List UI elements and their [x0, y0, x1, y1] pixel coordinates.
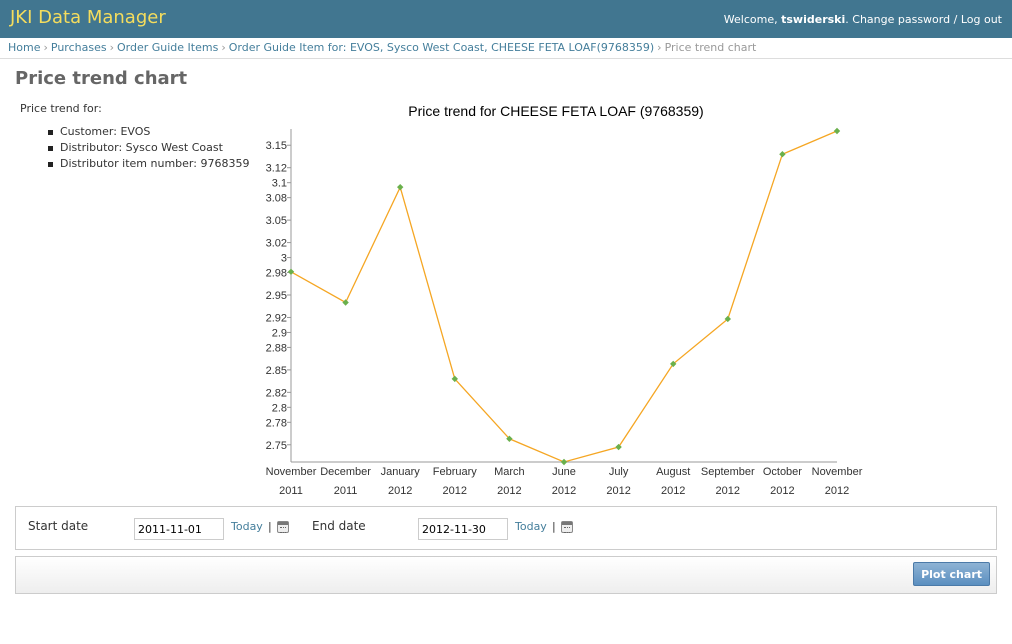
y-tick-label: 3.05	[266, 215, 287, 227]
y-tick-label: 3.02	[266, 238, 287, 250]
start-today-link[interactable]: Today	[231, 520, 263, 533]
x-tick-label-year: 2012	[770, 485, 794, 497]
end-today-link[interactable]: Today	[515, 520, 547, 533]
data-point	[397, 183, 404, 191]
end-date-input[interactable]	[418, 518, 508, 540]
end-date-label: End date	[312, 519, 366, 533]
price-trend-chart: Price trend for CHEESE FETA LOAF (976835…	[266, 103, 863, 497]
x-tick-label-year: 2012	[606, 485, 630, 497]
y-tick-label: 2.98	[266, 268, 287, 280]
x-tick-label-year: 2011	[279, 485, 303, 497]
y-tick-label: 2.8	[272, 402, 287, 414]
chart-title: Price trend for CHEESE FETA LOAF (976835…	[408, 103, 703, 119]
data-point	[342, 299, 349, 306]
x-tick-label-month: January	[381, 466, 421, 478]
y-tick-label: 3.12	[266, 163, 287, 175]
y-tick-label: 3.15	[266, 140, 287, 152]
series-line	[290, 130, 838, 463]
x-tick-label-year: 2012	[552, 485, 576, 497]
x-tick-label-year: 2012	[388, 485, 412, 497]
x-tick-label-month: November	[266, 466, 317, 478]
y-tick-label: 2.75	[266, 440, 287, 452]
calendar-icon[interactable]	[277, 521, 289, 533]
submit-row: Plot chart	[15, 556, 997, 594]
x-tick-label-year: 2012	[661, 485, 685, 497]
start-date-input[interactable]	[134, 518, 224, 540]
x-tick-label-month: June	[552, 466, 576, 478]
y-tick-label: 2.92	[266, 312, 287, 324]
x-tick-label-year: 2012	[716, 485, 740, 497]
x-tick-label-month: October	[763, 466, 802, 478]
start-today-separator: |	[268, 520, 272, 533]
y-tick-label: 2.88	[266, 342, 287, 354]
data-point	[287, 268, 295, 275]
y-tick-label: 3.1	[272, 178, 287, 190]
x-tick-label-month: December	[320, 466, 371, 478]
plot-chart-button[interactable]: Plot chart	[913, 562, 990, 586]
y-tick-label: 2.82	[266, 387, 287, 399]
data-point	[560, 458, 568, 466]
x-tick-label-year: 2012	[825, 485, 849, 497]
data-point	[833, 127, 841, 135]
x-tick-label-month: July	[609, 466, 629, 478]
x-tick-label-month: March	[494, 466, 525, 478]
start-date-label: Start date	[28, 519, 89, 533]
y-tick-label: 2.78	[266, 417, 287, 429]
end-today-separator: |	[552, 520, 556, 533]
y-tick-label: 2.85	[266, 365, 287, 377]
y-tick-label: 3	[281, 253, 287, 265]
y-tick-label: 2.95	[266, 290, 287, 302]
x-tick-label-month: September	[701, 466, 755, 478]
x-tick-label-year: 2011	[334, 485, 358, 497]
y-tick-label: 3.08	[266, 193, 287, 205]
x-tick-label-month: August	[656, 466, 690, 478]
data-point	[779, 151, 786, 158]
x-tick-label-month: February	[433, 466, 478, 478]
x-tick-label-year: 2012	[443, 485, 467, 497]
x-tick-label-year: 2012	[497, 485, 521, 497]
y-tick-label: 2.9	[272, 327, 287, 339]
date-range-panel: Start date Today | End date Today |	[15, 506, 997, 550]
x-tick-label-month: November	[812, 466, 863, 478]
calendar-icon[interactable]	[561, 521, 573, 533]
